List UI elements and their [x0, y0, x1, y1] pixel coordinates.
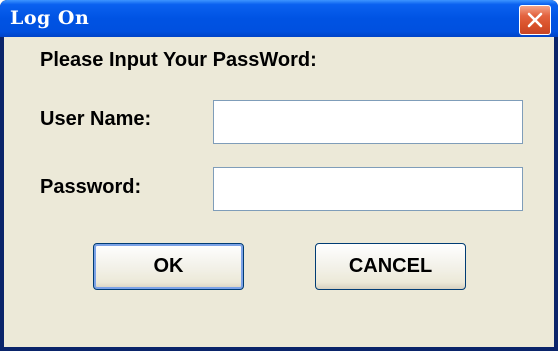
window-title: Log On [10, 7, 90, 29]
close-icon [527, 12, 543, 28]
prompt-text: Please Input Your PassWord: [40, 49, 317, 71]
close-button[interactable] [519, 5, 551, 35]
logon-dialog: Log On Please Input Your PassWord: User … [0, 0, 558, 351]
password-input[interactable] [213, 167, 523, 211]
cancel-button[interactable]: CANCEL [315, 243, 466, 290]
ok-button[interactable]: OK [93, 243, 244, 290]
user-name-input[interactable] [213, 100, 523, 144]
password-label: Password: [40, 176, 142, 198]
user-name-label: User Name: [40, 108, 152, 130]
title-bar[interactable]: Log On [0, 0, 558, 37]
